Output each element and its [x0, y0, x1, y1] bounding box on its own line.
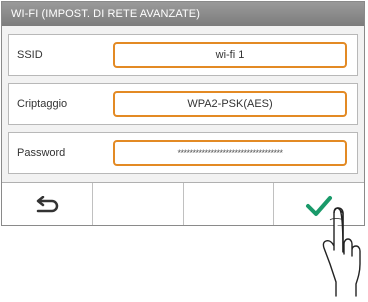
- password-field[interactable]: ***********************************: [113, 140, 347, 166]
- back-button[interactable]: [2, 183, 93, 225]
- password-row: Password *******************************…: [8, 132, 358, 174]
- pointing-hand-icon: [322, 207, 361, 297]
- encryption-label: Criptaggio: [17, 98, 68, 110]
- settings-form: SSID wi-fi 1 Criptaggio WPA2-PSK(AES) Pa…: [2, 26, 364, 182]
- encryption-row: Criptaggio WPA2-PSK(AES): [8, 83, 358, 125]
- empty-button-3[interactable]: [184, 183, 275, 225]
- ssid-field[interactable]: wi-fi 1: [113, 42, 347, 68]
- ssid-row: SSID wi-fi 1: [8, 34, 358, 76]
- touch-screen: WI-FI (IMPOST. DI RETE AVANZATE) SSID wi…: [1, 1, 365, 226]
- password-label: Password: [17, 147, 66, 159]
- device: WI-FI (IMPOST. DI RETE AVANZATE) SSID wi…: [0, 0, 368, 302]
- empty-button-2[interactable]: [93, 183, 184, 225]
- back-arrow-icon: [36, 195, 59, 212]
- ssid-label: SSID: [17, 49, 43, 61]
- page-title: WI-FI (IMPOST. DI RETE AVANZATE): [2, 2, 364, 26]
- encryption-field[interactable]: WPA2-PSK(AES): [113, 91, 347, 117]
